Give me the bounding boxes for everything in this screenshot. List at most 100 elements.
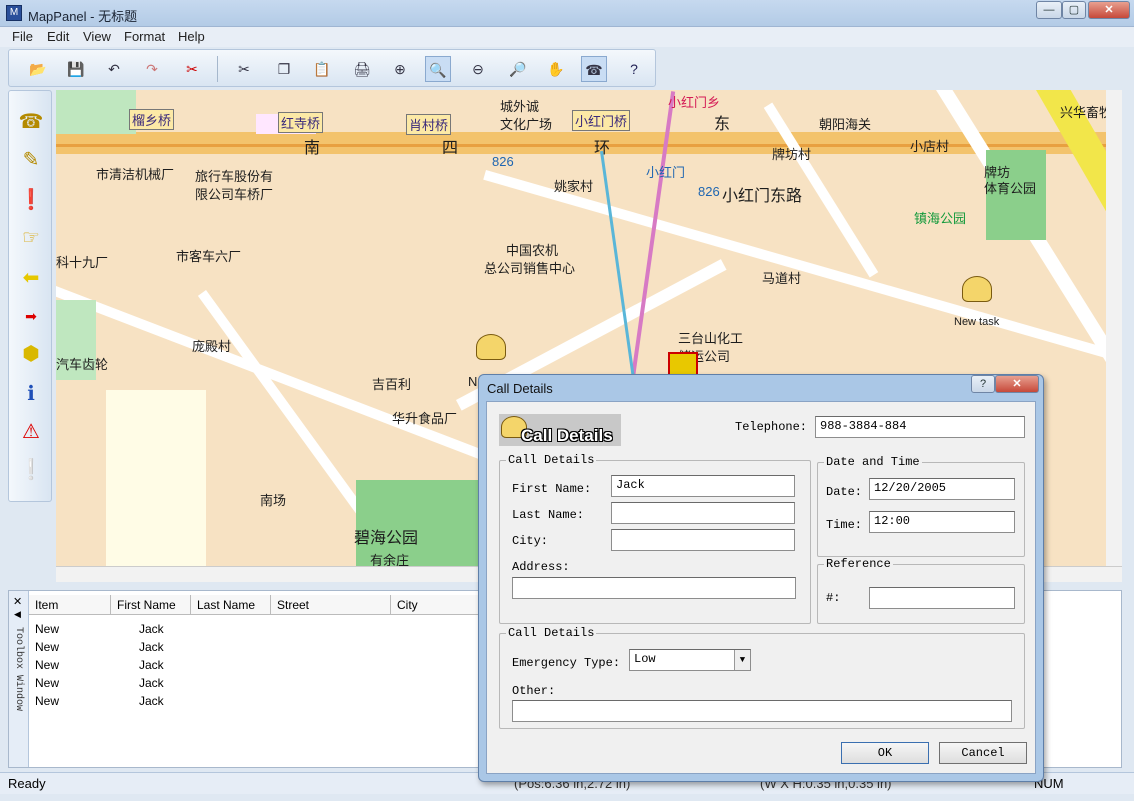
menu-file[interactable]: File xyxy=(12,29,33,44)
map-label: 826 xyxy=(492,154,514,169)
map-label: 东 xyxy=(714,116,731,133)
dialog-title: Call Details xyxy=(487,381,553,396)
zoom-in-icon[interactable]: ⊕ xyxy=(387,56,413,82)
map-label: 牌坊村 xyxy=(772,147,812,162)
save-icon[interactable]: 💾 xyxy=(63,56,89,82)
map-label: 小店村 xyxy=(910,139,950,154)
dialog-help-button[interactable]: ? xyxy=(971,375,995,393)
title-bar: M MapPanel - 无标题 — ▢ ✕ xyxy=(0,0,1134,27)
call-details-dialog: Call Details ? ✕ Call Details Telephone:… xyxy=(478,374,1044,782)
help-icon[interactable]: ? xyxy=(621,56,647,82)
info-icon[interactable]: ℹ xyxy=(15,379,47,409)
copy-icon[interactable]: ❐ xyxy=(271,56,297,82)
last-name-label: Last Name: xyxy=(512,508,585,522)
column-header-city[interactable]: City xyxy=(391,595,481,615)
phone-marker-icon[interactable] xyxy=(476,334,506,360)
phone-call-icon[interactable]: ☎ xyxy=(581,56,607,82)
table-row[interactable]: New xyxy=(35,640,59,654)
cut-icon[interactable]: ✂ xyxy=(231,56,257,82)
exclamation-icon[interactable]: ❕ xyxy=(15,455,47,485)
cancel-button[interactable]: Cancel xyxy=(939,742,1027,764)
first-name-field[interactable]: Jack xyxy=(611,475,795,497)
city-field[interactable] xyxy=(611,529,795,551)
reference-group: Reference #: xyxy=(817,557,1025,624)
ring-road xyxy=(56,132,1122,154)
paste-icon[interactable]: 📋 xyxy=(309,56,335,82)
last-name-field[interactable] xyxy=(611,502,795,524)
map-label: 市客车六厂 xyxy=(176,249,242,264)
menu-help[interactable]: Help xyxy=(178,29,205,44)
call-details-group: Call Details First Name: Jack Last Name:… xyxy=(499,453,811,624)
table-row[interactable]: New xyxy=(35,622,59,636)
print-icon[interactable]: 🖨 xyxy=(349,56,375,82)
date-field[interactable]: 12/20/2005 xyxy=(869,478,1015,500)
arrow-left-icon[interactable]: ⬅ xyxy=(15,263,47,293)
column-header-item[interactable]: Item xyxy=(29,595,111,615)
map-label: 南 xyxy=(304,140,321,157)
zoom-extent-icon[interactable]: 🔎 xyxy=(505,56,531,82)
map-vertical-scrollbar[interactable] xyxy=(1106,90,1122,566)
table-cell: Jack xyxy=(139,658,164,672)
address-field[interactable] xyxy=(512,577,796,599)
pan-hand-icon[interactable]: ✋ xyxy=(543,56,569,82)
main-toolbar: 📂 💾 ↶ ↷ ✂ ✂ ❐ 📋 🖨 ⊕ 🔍 ⊖ 🔎 ✋ ☎ ? xyxy=(8,49,656,87)
time-field[interactable]: 12:00 xyxy=(869,511,1015,533)
window-title: MapPanel - 无标题 xyxy=(28,9,138,24)
undo-icon[interactable]: ↶ xyxy=(101,56,127,82)
map-label-hongsiqiao: 红寺桥 xyxy=(278,112,324,133)
menu-edit[interactable]: Edit xyxy=(47,29,69,44)
date-label: Date: xyxy=(826,485,863,499)
table-cell: Jack xyxy=(139,694,164,708)
column-header-first-name[interactable]: First Name xyxy=(111,595,191,615)
menu-format[interactable]: Format xyxy=(124,29,165,44)
map-label: 碧海公园 xyxy=(354,530,419,547)
telephone-label: Telephone: xyxy=(735,420,808,434)
crop-icon[interactable]: ✂ xyxy=(179,56,205,82)
group-label: Call Details xyxy=(506,453,597,467)
maximize-button[interactable]: ▢ xyxy=(1062,1,1086,19)
arrow-right-icon[interactable]: ➡ xyxy=(15,301,47,331)
map-label: 庞殿村 xyxy=(192,339,232,354)
chevron-down-icon[interactable]: ▼ xyxy=(734,650,750,670)
date-time-group: Date and Time Date: 12/20/2005 Time: 12:… xyxy=(817,455,1025,557)
zoom-window-icon[interactable]: 🔍 xyxy=(425,56,451,82)
map-label: 中国农机 xyxy=(506,243,559,258)
group-label: Date and Time xyxy=(824,455,922,469)
map-label: 朝阳海关 xyxy=(819,117,872,132)
zoom-out-icon[interactable]: ⊖ xyxy=(465,56,491,82)
map-label: 总公司销售中心 xyxy=(484,261,576,276)
map-label: 马道村 xyxy=(762,271,802,286)
phone-task-icon[interactable]: ☎ xyxy=(15,107,47,137)
phone-marker-icon[interactable] xyxy=(962,276,992,302)
toolbox-window-label: Toolbox Window xyxy=(13,627,24,712)
redo-icon[interactable]: ↷ xyxy=(139,56,165,82)
map-label-xiaocunqiao: 肖村桥 xyxy=(406,114,452,135)
ok-button[interactable]: OK xyxy=(841,742,929,764)
pointer-hand-icon[interactable]: ☞ xyxy=(15,223,47,253)
map-label: 科十九厂 xyxy=(56,255,109,270)
pin-icon[interactable]: ◀ xyxy=(14,609,21,620)
minimize-button[interactable]: — xyxy=(1036,1,1062,19)
table-row[interactable]: New xyxy=(35,676,59,690)
table-cell: Jack xyxy=(139,676,164,690)
emergency-type-select[interactable]: Low ▼ xyxy=(629,649,751,671)
map-label: 华升食品厂 xyxy=(392,411,458,426)
close-button[interactable]: ✕ xyxy=(1088,1,1130,19)
table-row[interactable]: New xyxy=(35,694,59,708)
telephone-field[interactable]: 988-3884-884 xyxy=(815,416,1025,438)
note-icon[interactable]: ✎ xyxy=(15,145,47,175)
reference-field[interactable] xyxy=(869,587,1015,609)
worker-sign-icon[interactable]: ⬢ xyxy=(15,339,47,369)
map-label: 旅行车股份有 xyxy=(195,169,274,184)
column-header-last-name[interactable]: Last Name xyxy=(191,595,271,615)
dialog-close-button[interactable]: ✕ xyxy=(995,375,1039,393)
warning-triangle-icon[interactable]: ⚠ xyxy=(15,417,47,447)
column-header-street[interactable]: Street xyxy=(271,595,391,615)
close-icon[interactable]: ✕ xyxy=(13,595,22,608)
table-row[interactable]: New xyxy=(35,658,59,672)
menu-view[interactable]: View xyxy=(83,29,111,44)
toolbox-window-tab[interactable]: ✕ ◀ Toolbox Window xyxy=(9,591,29,767)
other-field[interactable] xyxy=(512,700,1012,722)
alert-document-icon[interactable]: ❗ xyxy=(15,185,47,215)
open-icon[interactable]: 📂 xyxy=(25,56,51,82)
